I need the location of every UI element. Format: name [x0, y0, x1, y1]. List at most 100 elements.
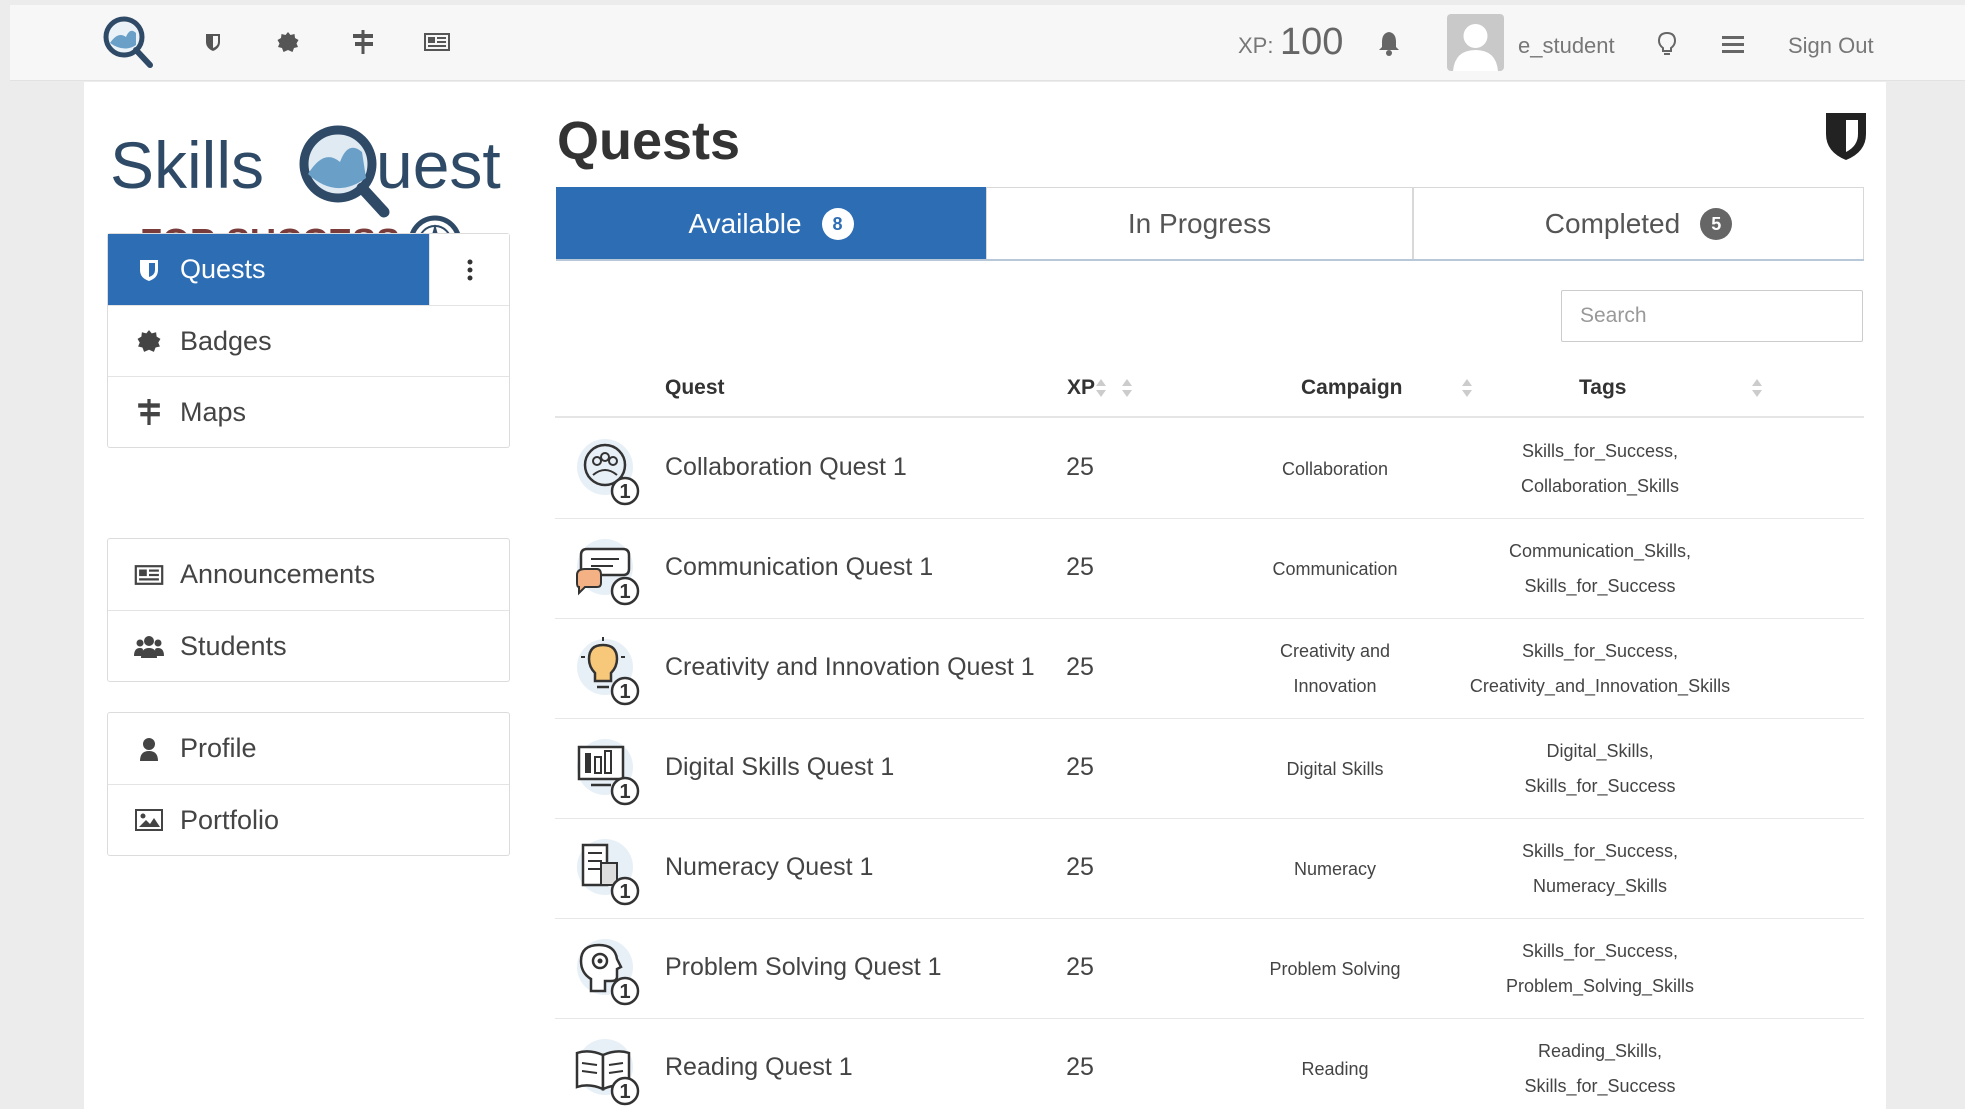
sort-icon[interactable]: [1095, 377, 1107, 399]
svg-text:1: 1: [619, 1081, 630, 1103]
reading-quest-icon: 1: [575, 1039, 640, 1106]
tag: Skills_for_Success,: [1521, 641, 1679, 661]
quest-campaign: Creativity and Innovation: [1279, 641, 1391, 696]
shield-icon[interactable]: [200, 29, 226, 55]
tag: Skills_for_Success,: [1521, 441, 1679, 461]
svg-text:1: 1: [619, 981, 630, 1003]
lightbulb-icon[interactable]: [1655, 31, 1679, 57]
svg-text:1: 1: [619, 681, 630, 703]
sidebar-item-label: Portfolio: [180, 804, 280, 835]
quest-tags: Skills_for_Success, Creativity_and_Innova…: [1435, 619, 1765, 719]
table-row[interactable]: 1 Digital Skills Quest 1 25 Digital Skil…: [555, 719, 1864, 819]
shield-icon: [134, 256, 164, 284]
quest-xp: 25: [1066, 853, 1094, 881]
newspaper-icon: [134, 561, 164, 589]
creativity-quest-icon: 1: [577, 637, 640, 706]
tab-available[interactable]: Available 8: [556, 187, 986, 259]
quest-xp: 25: [1066, 653, 1094, 681]
tab-completed[interactable]: Completed 5: [1413, 187, 1864, 259]
sort-icon[interactable]: [1121, 377, 1133, 399]
tag: Creativity_and_Innovation_Skills: [1469, 676, 1731, 696]
quest-tags: Digital_Skills, Skills_for_Success: [1435, 719, 1765, 819]
tag: Skills_for_Success,: [1521, 941, 1679, 961]
svg-text:1: 1: [619, 881, 630, 903]
newspaper-icon[interactable]: [424, 29, 450, 55]
sidebar-community-nav: Announcements Students: [107, 538, 510, 682]
bell-icon[interactable]: [1375, 29, 1403, 57]
table-row[interactable]: 1 Creativity and Innovation Quest 1 25 C…: [555, 619, 1864, 719]
sort-icon[interactable]: [1751, 377, 1763, 399]
quest-campaign: Collaboration: [1281, 458, 1389, 479]
quest-xp: 25: [1066, 1053, 1094, 1081]
quest-name-link[interactable]: Numeracy Quest 1: [665, 853, 873, 882]
quest-xp: 25: [1066, 553, 1094, 581]
xp-value: 100: [1280, 21, 1344, 63]
tag: Digital_Skills,: [1546, 741, 1654, 761]
tab-in-progress[interactable]: In Progress: [986, 187, 1413, 259]
main-card: Skills uest FOR SUCCESS Quests Badges: [84, 82, 1886, 1109]
quest-name-link[interactable]: Collaboration Quest 1: [665, 453, 907, 482]
shield-icon: [1826, 113, 1866, 160]
tag: Problem_Solving_Skills: [1505, 976, 1695, 996]
sidebar-item-badges[interactable]: Badges: [108, 305, 509, 376]
quest-xp: 25: [1066, 953, 1094, 981]
sidebar-item-announcements[interactable]: Announcements: [108, 539, 509, 610]
collaboration-quest-icon: 1: [577, 439, 640, 506]
sidebar-item-label: Students: [180, 630, 287, 661]
table-row[interactable]: 1 Communication Quest 1 25 Communication…: [555, 519, 1864, 619]
digital-quest-icon: 1: [577, 739, 640, 806]
xp-label: XP:: [1238, 33, 1274, 58]
svg-text:1: 1: [619, 581, 630, 603]
sidebar-item-maps[interactable]: Maps: [108, 376, 509, 447]
avatar[interactable]: [1447, 14, 1504, 71]
column-header-tags[interactable]: Tags: [1579, 376, 1626, 400]
sidebar-item-portfolio[interactable]: Portfolio: [108, 784, 509, 855]
sidebar-item-students[interactable]: Students: [108, 610, 509, 681]
signpost-icon: [134, 398, 164, 426]
numeracy-quest-icon: 1: [577, 839, 640, 906]
quest-name-link[interactable]: Digital Skills Quest 1: [665, 753, 894, 782]
table-row[interactable]: 1 Reading Quest 1 25 Reading Reading_Ski…: [555, 1019, 1864, 1109]
quest-tags: Reading_Skills, Skills_for_Success: [1435, 1019, 1765, 1109]
column-header-campaign[interactable]: Campaign: [1301, 376, 1403, 400]
table-row[interactable]: 1 Numeracy Quest 1 25 Numeracy Skills_fo…: [555, 819, 1864, 919]
quest-campaign: Communication: [1272, 558, 1398, 579]
search-input[interactable]: [1561, 290, 1863, 342]
table-row[interactable]: 1 Problem Solving Quest 1 25 Problem Sol…: [555, 919, 1864, 1019]
quest-name-link[interactable]: Communication Quest 1: [665, 553, 933, 582]
tab-label: Available: [688, 207, 802, 239]
quest-name-link[interactable]: Problem Solving Quest 1: [665, 953, 942, 982]
menu-icon[interactable]: [1720, 32, 1746, 56]
column-header-xp[interactable]: XP: [1067, 376, 1095, 400]
brand-skills-text: Skills: [110, 128, 264, 202]
user-icon: [134, 735, 164, 763]
sidebar-item-profile[interactable]: Profile: [108, 713, 509, 784]
quest-name-link[interactable]: Creativity and Innovation Quest 1: [665, 653, 1035, 682]
table-header: Quest XP Campaign Tags: [555, 362, 1864, 418]
tag: Skills_for_Success,: [1521, 841, 1679, 861]
quest-campaign: Numeracy: [1293, 858, 1377, 879]
logo-icon[interactable]: [100, 13, 156, 69]
sidebar-item-quests[interactable]: Quests: [108, 234, 509, 305]
top-navbar: XP: 100 e_student Sign Out: [10, 5, 1965, 81]
sidebar-item-label: Profile: [180, 733, 257, 763]
tag: Communication_Skills,: [1508, 541, 1692, 561]
quest-name-link[interactable]: Reading Quest 1: [665, 1053, 853, 1082]
username-link[interactable]: e_student: [1518, 33, 1615, 59]
problem-solving-quest-icon: 1: [577, 939, 640, 1006]
signpost-icon[interactable]: [350, 29, 376, 55]
badge-icon[interactable]: [275, 29, 301, 55]
sort-icon[interactable]: [1461, 377, 1473, 399]
count-badge: 8: [821, 207, 854, 240]
sign-out-link[interactable]: Sign Out: [1788, 33, 1874, 59]
tag: Skills_for_Success: [1524, 576, 1676, 596]
column-header-quest[interactable]: Quest: [665, 376, 725, 400]
sidebar-main-nav: Quests Badges Maps: [107, 233, 510, 448]
kebab-menu-icon[interactable]: [429, 234, 509, 305]
table-row[interactable]: 1 Collaboration Quest 1 25 Collaboration…: [555, 419, 1864, 519]
tag: Numeracy_Skills: [1532, 876, 1668, 896]
quest-tags: Skills_for_Success, Problem_Solving_Skill…: [1435, 919, 1765, 1019]
image-icon: [134, 806, 164, 834]
sidebar-item-label: Badges: [180, 325, 272, 356]
sidebar-personal-nav: Profile Portfolio: [107, 712, 510, 856]
